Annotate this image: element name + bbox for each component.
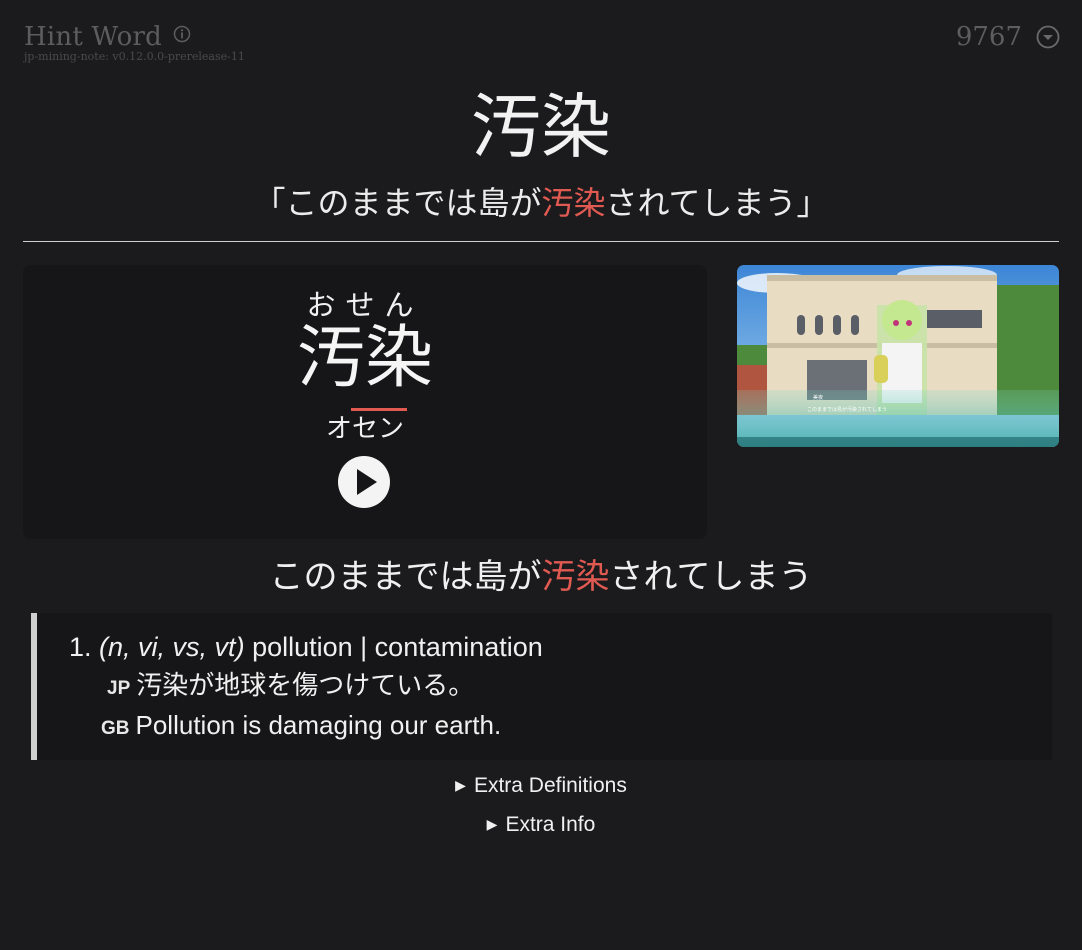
screenshot-picture: 美夜 このままでは島が汚染されてしまう [737, 265, 1059, 447]
example-jp-tag: JP [107, 678, 131, 699]
front-sentence-highlight: 汚染 [541, 184, 606, 222]
example-gb-text: Pollution is damaging our earth. [135, 710, 502, 740]
front-sentence-open: 「このままでは島が [253, 184, 542, 222]
sentence-before: このままでは島が [269, 557, 542, 597]
card-header-right: 9767 [956, 22, 1060, 52]
pitch-accent-reading: オセン [325, 414, 404, 444]
info-icon[interactable] [173, 25, 191, 43]
card-header-left: Hint Word jp-mining-note: v0.12.0.0-prer… [24, 22, 245, 63]
definition-gloss: pollution | contamination [252, 632, 543, 662]
play-audio-button[interactable] [337, 455, 391, 509]
example-gb: GB Pollution is damaging our earth. [101, 708, 501, 746]
example-gb-tag: GB [101, 718, 130, 739]
extra-info-toggle[interactable]: ▶ Extra Info [0, 811, 1082, 840]
card-number: 9767 [955, 22, 1022, 52]
example-jp: JP 汚染が地球を傷つけている。 [107, 669, 474, 706]
screenshot-image[interactable]: 美夜 このままでは島が汚染されてしまう [737, 265, 1059, 447]
definition-number: 1. [69, 632, 92, 662]
card-type-label: Hint Word [24, 22, 162, 52]
note-version: jp-mining-note: v0.12.0.0-prerelease-11 [24, 50, 245, 63]
reading-kanji: 汚染 [296, 319, 433, 398]
sentence-highlight: 汚染 [541, 557, 610, 597]
front-sentence-close: されてしまう」 [605, 184, 829, 222]
expand-triangle-icon: ▶ [486, 816, 498, 832]
screenshot-caption-text: このままでは島が汚染されてしまう [807, 406, 887, 413]
card-page: Hint Word jp-mining-note: v0.12.0.0-prer… [0, 0, 1082, 950]
front-sentence: 「このままでは島が汚染されてしまう」 [0, 178, 1082, 228]
front-back-divider [23, 241, 1059, 242]
expand-triangle-icon: ▶ [455, 777, 466, 793]
reading-panel: おせん 汚染 オセン [23, 265, 707, 539]
front-word: 汚染 [471, 86, 611, 168]
definition-box: 1. (n, vi, vs, vt) pollution | contamina… [31, 613, 1052, 760]
chevron-down-circle-icon[interactable] [1036, 25, 1060, 49]
example-jp-text: 汚染が地球を傷つけている。 [136, 671, 475, 701]
part-of-speech: (n, vi, vs, vt) [99, 632, 245, 662]
extra-definitions-label: Extra Definitions [473, 774, 627, 797]
extra-info-label: Extra Info [505, 813, 596, 836]
definition-line: 1. (n, vi, vs, vt) pollution | contamina… [69, 630, 543, 664]
extra-definitions-toggle[interactable]: ▶ Extra Definitions [0, 772, 1082, 801]
example-sentence: このままでは島が汚染されてしまう [0, 552, 1082, 602]
screenshot-caption-name: 美夜 [813, 394, 823, 401]
sentence-after: されてしまう [609, 557, 813, 597]
